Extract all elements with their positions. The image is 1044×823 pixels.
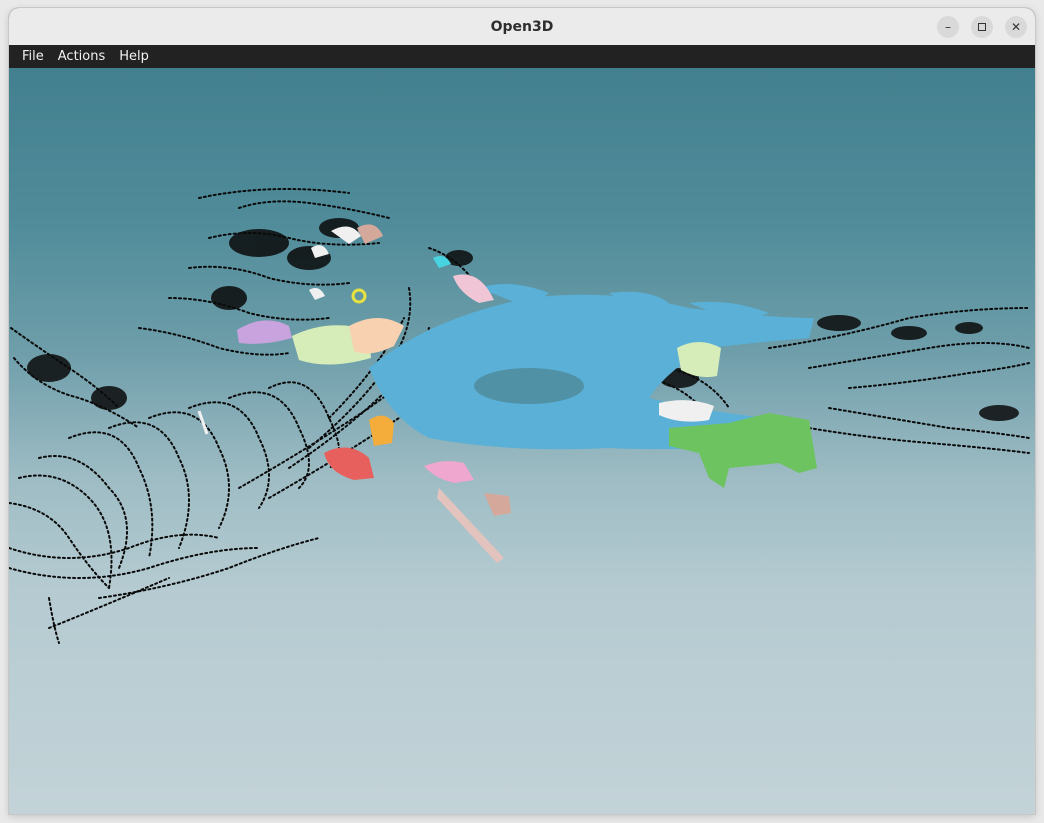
white-segment-4 xyxy=(309,288,325,300)
yellow-segment xyxy=(351,288,367,304)
minimize-button[interactable]: – xyxy=(937,16,959,38)
3d-viewport[interactable] xyxy=(9,68,1035,814)
menu-file[interactable]: File xyxy=(16,45,50,68)
menu-actions[interactable]: Actions xyxy=(52,45,112,68)
close-button[interactable]: ✕ xyxy=(1005,16,1027,38)
point-cloud-render xyxy=(9,188,1030,644)
maximize-icon xyxy=(978,23,986,31)
orange-segment xyxy=(369,415,394,446)
minimize-icon: – xyxy=(945,20,951,34)
menu-bar: File Actions Help xyxy=(9,45,1035,68)
title-bar[interactable]: Open3D – ✕ xyxy=(9,8,1035,46)
open3d-window: Open3D – ✕ File Actions Help xyxy=(9,8,1035,814)
pink-segment xyxy=(424,461,474,483)
ground-shadow xyxy=(474,368,584,404)
close-icon: ✕ xyxy=(1010,20,1022,34)
window-title: Open3D xyxy=(490,18,554,35)
peach-segment xyxy=(349,318,404,354)
maximize-button[interactable] xyxy=(971,16,993,38)
salmon-segment-2 xyxy=(357,224,383,244)
red-segment xyxy=(324,447,374,480)
lilac-segment xyxy=(237,320,292,344)
menu-help[interactable]: Help xyxy=(113,45,155,68)
white-line-segment xyxy=(197,410,209,435)
salmon-segment xyxy=(484,493,511,516)
